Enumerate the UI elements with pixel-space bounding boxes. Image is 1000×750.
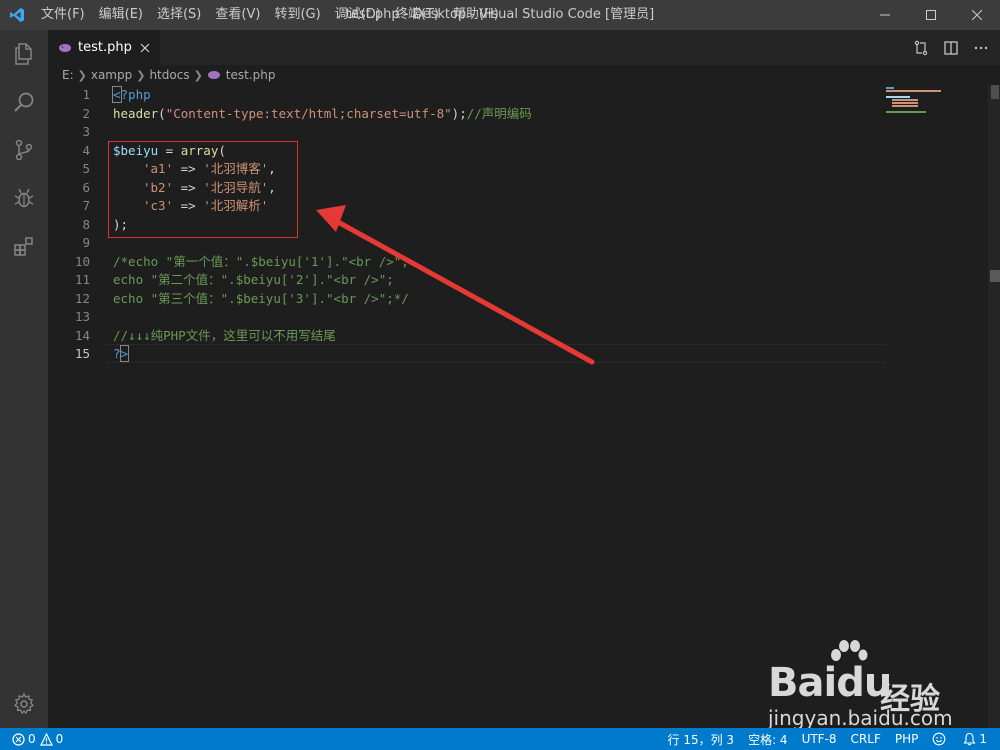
encoding[interactable]: UTF-8 xyxy=(795,732,844,746)
problems-indicator[interactable]: 0 0 xyxy=(12,732,70,746)
feedback-button[interactable] xyxy=(925,732,956,746)
vertical-scrollbar[interactable] xyxy=(988,85,1000,728)
cursor-position[interactable]: 行 15，列 3 xyxy=(661,731,742,748)
watermark-url: jingyan.baidu.com xyxy=(768,706,953,730)
language-mode[interactable]: PHP xyxy=(888,732,926,746)
error-count: 0 xyxy=(28,732,36,746)
bell-icon xyxy=(963,732,976,746)
warning-count: 0 xyxy=(55,732,64,746)
indentation[interactable]: 空格: 4 xyxy=(741,731,795,748)
annotation-arrow-icon xyxy=(316,205,595,365)
scrollbar-thumb[interactable] xyxy=(991,85,999,99)
status-left: 0 0 xyxy=(12,728,70,750)
smiley-icon xyxy=(933,732,946,746)
scrollbar-cursor-marker xyxy=(990,270,1000,282)
error-icon xyxy=(12,732,25,746)
status-bar: 0 0 行 15，列 3 空格: 4 UTF-8 CRLF PHP 1 xyxy=(0,728,1000,750)
baidu-jingyan-watermark: Baidu 经验 jingyan.baidu.com xyxy=(766,640,996,730)
watermark-brand: Baidu xyxy=(768,660,892,706)
warning-icon xyxy=(39,732,53,746)
status-right: 行 15，列 3 空格: 4 UTF-8 CRLF PHP 1 xyxy=(661,728,994,750)
minimap[interactable] xyxy=(886,85,988,115)
notification-count: 1 xyxy=(979,732,987,746)
end-of-line[interactable]: CRLF xyxy=(844,732,888,746)
notifications-button[interactable]: 1 xyxy=(956,732,994,746)
